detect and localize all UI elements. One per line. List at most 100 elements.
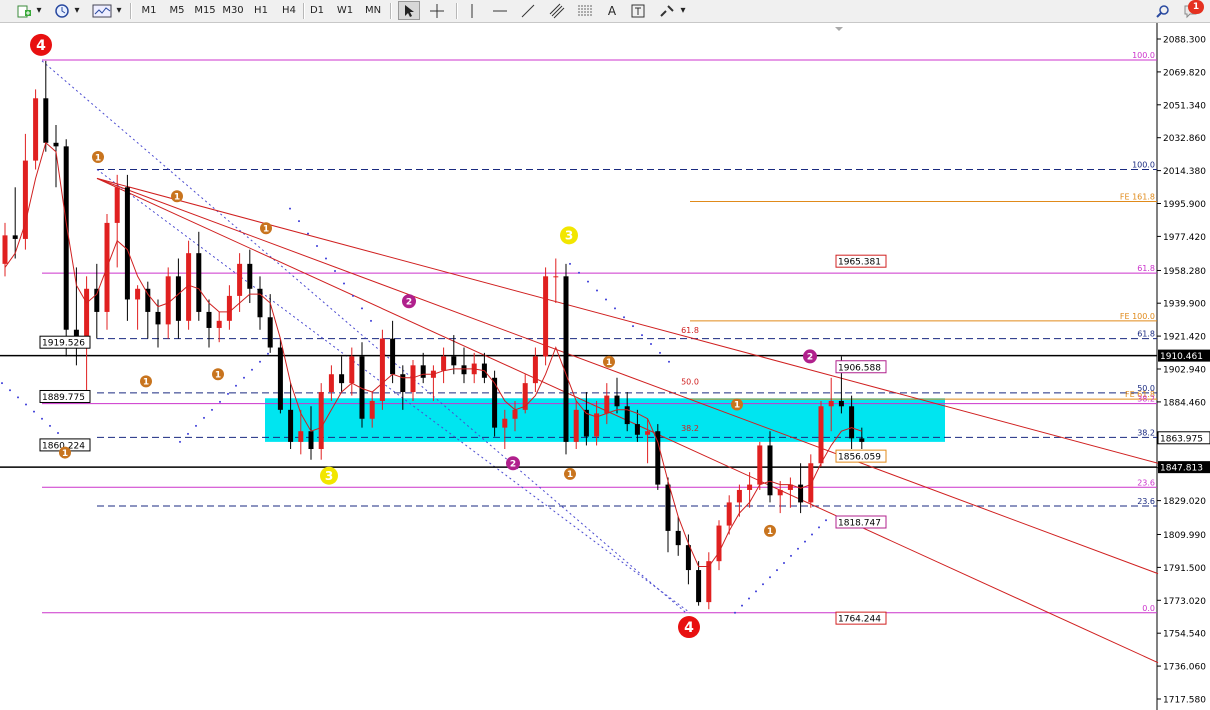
candle-body	[165, 276, 171, 325]
sar-dot	[33, 410, 35, 413]
timeframe-m30[interactable]: M30	[220, 1, 246, 20]
price-label-text: 1764.244	[838, 615, 881, 625]
sar-dot	[641, 334, 643, 337]
timeframe-mn[interactable]: MN	[360, 1, 386, 20]
horizontal-line-tool-button[interactable]	[490, 1, 510, 20]
sar-dot	[289, 207, 291, 210]
candle-body	[237, 263, 243, 296]
candle-body	[553, 276, 559, 278]
candle-body	[288, 409, 294, 442]
timeframe-m1[interactable]: M1	[136, 1, 162, 20]
candle-body	[441, 356, 447, 371]
fib-diagonal-dotted	[41, 60, 687, 614]
equidistant-channel-tool-button[interactable]	[546, 1, 568, 20]
timeframe-d1[interactable]: D1	[304, 1, 330, 20]
price-axis-label: 1995.900	[1163, 200, 1206, 210]
candle-body	[624, 406, 630, 425]
wave-count-label: 3	[325, 469, 333, 483]
candle-body	[614, 395, 620, 407]
wave-count-label: 2	[807, 353, 813, 363]
sar-dot	[203, 416, 205, 419]
wave-count-label: 1	[606, 358, 612, 368]
sar-dot	[370, 319, 372, 322]
fib-level-label: 23.6	[1137, 497, 1155, 506]
search-button[interactable]	[1154, 1, 1172, 20]
sar-dot	[811, 533, 813, 536]
wave-count-label: 1	[734, 401, 740, 411]
sar-dot	[298, 220, 300, 223]
fib-level-label: 23.6	[1137, 478, 1155, 487]
price-axis-label: 1754.540	[1163, 630, 1206, 640]
sar-dot	[762, 583, 764, 586]
wave-count-label: 1	[567, 470, 573, 480]
candle-body	[451, 356, 457, 366]
candle-body	[328, 374, 334, 393]
sar-dot	[755, 590, 757, 593]
arrows-icon	[660, 4, 674, 17]
chevron-down-icon[interactable]: ▾	[114, 1, 124, 20]
fib-diagonal-dotted	[96, 169, 691, 614]
wave-count-label: 1	[215, 370, 221, 380]
horizontal-line-icon	[493, 10, 507, 11]
candle-body	[532, 356, 538, 384]
sar-dot	[316, 245, 318, 248]
price-chart-area[interactable]: 2088.300 2069.820 2051.340 2032.860 2014.380…	[0, 23, 1210, 710]
candle-body	[604, 395, 610, 414]
price-axis-label: 2051.340	[1163, 101, 1206, 111]
price-label-text: 1818.747	[838, 519, 881, 529]
price-axis-label: 1791.500	[1163, 564, 1206, 574]
sar-dot	[818, 526, 820, 529]
horizontal-line-tag-label: 1847.813	[1160, 464, 1203, 474]
wave-count-label: 1	[174, 192, 180, 202]
price-axis-label: 2032.860	[1163, 134, 1206, 144]
candle-body	[247, 263, 253, 289]
new-chart-button[interactable]	[14, 1, 34, 20]
trendline-tool-button[interactable]	[518, 1, 538, 20]
sar-dot	[211, 408, 213, 411]
wave-count-label: 2	[406, 297, 412, 307]
arrow-cursor-icon	[405, 4, 414, 17]
fibonacci-tool-button[interactable]	[574, 1, 596, 20]
sar-dot	[650, 342, 652, 345]
sar-dot	[578, 271, 580, 274]
timeframe-h1[interactable]: H1	[248, 1, 274, 20]
candle-body	[226, 295, 232, 321]
crosshair-tool-button[interactable]	[426, 1, 448, 20]
candle-body	[114, 187, 120, 223]
timeframe-h4[interactable]: H4	[276, 1, 302, 20]
sar-dot	[325, 257, 327, 260]
arrows-tool-button[interactable]	[656, 1, 678, 20]
vertical-line-tool-button[interactable]	[462, 1, 482, 20]
sar-dot	[179, 440, 181, 443]
sar-dot	[569, 262, 571, 265]
chevron-down-icon[interactable]: ▾	[72, 1, 82, 20]
timeframe-m5[interactable]: M5	[164, 1, 190, 20]
text-icon: A	[607, 3, 617, 18]
cursor-tool-button[interactable]	[398, 1, 420, 20]
text-tool-button[interactable]: A	[602, 1, 622, 20]
chevron-down-icon[interactable]: ▾	[678, 1, 688, 20]
fib-level-label: 61.8	[1137, 264, 1155, 273]
candle-body	[318, 392, 324, 450]
candle-body	[573, 409, 579, 442]
timeframe-w1[interactable]: W1	[332, 1, 358, 20]
candle-body	[196, 253, 202, 312]
text-label-tool-button[interactable]	[628, 1, 648, 20]
price-axis-label: 1773.020	[1163, 597, 1206, 607]
templates-button[interactable]	[90, 1, 114, 20]
timeframe-m15[interactable]: M15	[192, 1, 218, 20]
price-axis-label: 2069.820	[1163, 68, 1206, 78]
history-button[interactable]	[52, 1, 72, 20]
candle-body	[685, 545, 691, 571]
chart-shift-marker	[835, 27, 843, 31]
fib-inner-label: 61.8	[681, 326, 699, 335]
sar-dot	[17, 396, 19, 399]
sar-dot	[623, 316, 625, 319]
alerts-button[interactable]: 1	[1180, 0, 1204, 19]
horizontal-line-tag-label: 1910.461	[1160, 352, 1203, 362]
candle-body	[808, 463, 814, 503]
sar-dot	[632, 325, 634, 328]
candlestick-chart[interactable]: 2088.300 2069.820 2051.340 2032.860 2014.380…	[0, 23, 1210, 710]
chevron-down-icon[interactable]: ▾	[34, 1, 44, 20]
candle-body	[502, 418, 508, 428]
